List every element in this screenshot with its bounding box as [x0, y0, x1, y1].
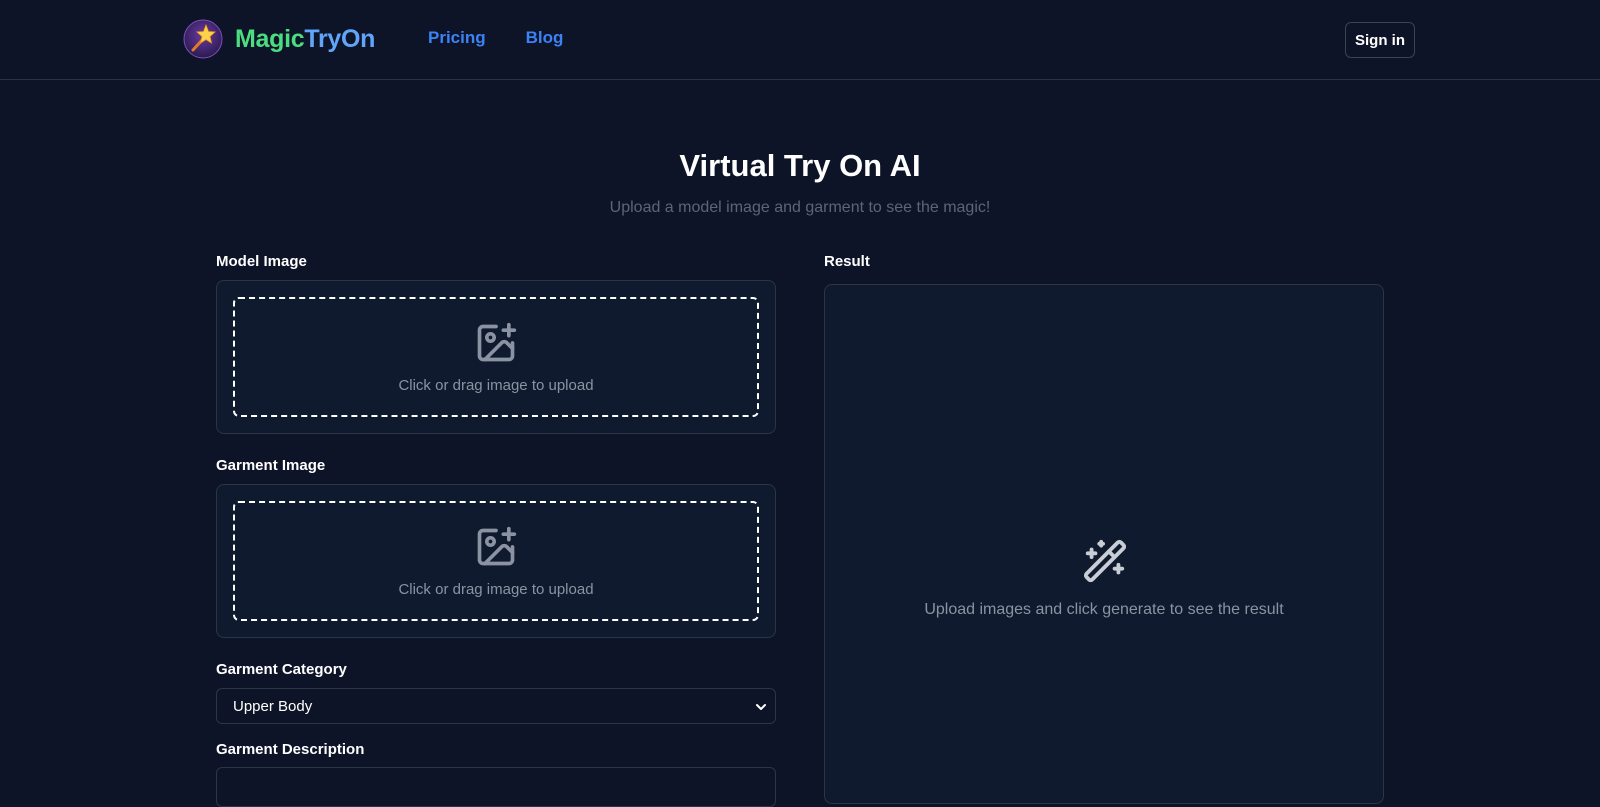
garment-image-upload-text: Click or drag image to upload — [398, 581, 594, 598]
main-nav: Pricing Blog — [428, 28, 563, 48]
garment-image-label: Garment Image — [216, 457, 326, 474]
nav-pricing-link[interactable]: Pricing — [428, 28, 486, 48]
garment-image-card: Click or drag image to upload — [216, 484, 776, 638]
image-plus-icon — [477, 526, 517, 566]
magic-wand-icon — [1083, 539, 1127, 583]
page-title: Virtual Try On AI — [679, 148, 921, 183]
chevron-down-icon — [756, 704, 766, 710]
garment-category-value: Upper Body — [233, 698, 313, 715]
page-subtitle: Upload a model image and garment to see … — [609, 199, 991, 216]
garment-description-input[interactable] — [216, 767, 776, 807]
brand-name-part1: Magic — [235, 24, 305, 53]
result-placeholder-text: Upload images and click generate to see … — [924, 601, 1284, 618]
model-image-label: Model Image — [216, 253, 307, 270]
model-image-upload-text: Click or drag image to upload — [398, 377, 594, 394]
nav-blog-link[interactable]: Blog — [526, 28, 564, 48]
garment-category-select[interactable]: Upper Body — [216, 688, 776, 724]
result-panel: Upload images and click generate to see … — [824, 284, 1384, 804]
brand-name-part2: TryOn — [304, 24, 376, 53]
magic-wand-star-icon — [183, 19, 223, 59]
model-image-card: Click or drag image to upload — [216, 280, 776, 434]
brand-name: MagicTryOn — [235, 25, 375, 54]
garment-image-dropzone[interactable]: Click or drag image to upload — [233, 501, 759, 621]
garment-description-label: Garment Description — [216, 741, 365, 758]
model-image-dropzone[interactable]: Click or drag image to upload — [233, 297, 759, 417]
brand-logo[interactable]: MagicTryOn — [183, 19, 375, 59]
garment-category-label: Garment Category — [216, 661, 347, 678]
sign-in-button[interactable]: Sign in — [1345, 22, 1415, 58]
result-label: Result — [824, 253, 870, 270]
top-header: MagicTryOn Pricing Blog Sign in — [0, 0, 1600, 80]
image-plus-icon — [477, 322, 517, 362]
